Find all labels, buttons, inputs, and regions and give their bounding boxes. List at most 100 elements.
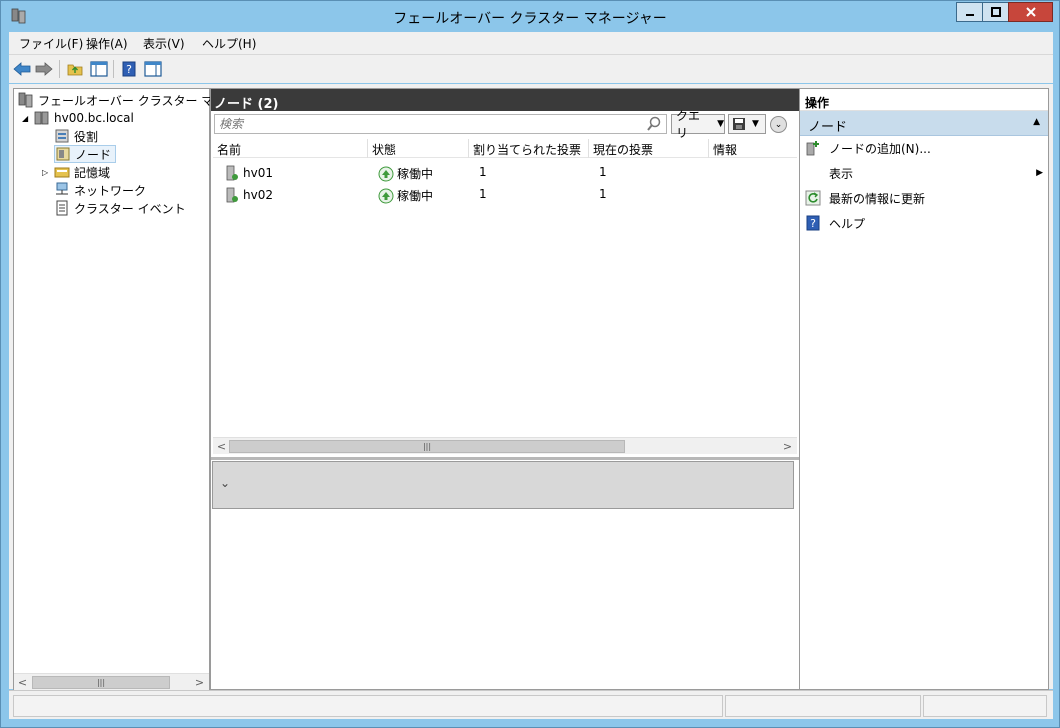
- show-hide-console-tree-button[interactable]: [89, 59, 109, 79]
- status-cell-3: [923, 695, 1047, 717]
- expand-icon[interactable]: ▷: [42, 168, 54, 177]
- client-area: フェールオーバー クラスター マネージャ ◢ hv00.bc.local 役割 …: [9, 84, 1053, 690]
- minimize-button[interactable]: [956, 2, 983, 22]
- table-row[interactable]: hv02 稼働中 1 1: [213, 185, 797, 205]
- scroll-left-arrow-icon[interactable]: <: [213, 438, 230, 454]
- menu-file[interactable]: ファイル(F): [19, 35, 83, 52]
- add-node-icon: [806, 141, 819, 156]
- close-button[interactable]: [1008, 2, 1053, 22]
- tree-item-nodes[interactable]: ノード: [54, 145, 117, 163]
- column-header-current-votes[interactable]: 現在の投票: [589, 139, 709, 158]
- tree-item-roles[interactable]: 役割: [54, 127, 98, 145]
- console-tree: フェールオーバー クラスター マネージャ ◢ hv00.bc.local 役割 …: [13, 88, 260, 690]
- help-button[interactable]: ?: [119, 59, 139, 79]
- cluster-icon: [34, 111, 49, 125]
- save-query-dropdown[interactable]: ▼: [728, 114, 766, 134]
- window-title: フェールオーバー クラスター マネージャー: [393, 11, 667, 27]
- minimize-icon: [965, 14, 974, 16]
- menu-action[interactable]: 操作(A): [86, 35, 128, 52]
- column-header-info[interactable]: 情報: [709, 139, 797, 158]
- toolbar-separator: [59, 60, 60, 78]
- submenu-arrow-icon: ▶: [1036, 168, 1043, 178]
- status-cell-main: [13, 695, 723, 717]
- action-spacer: [805, 165, 821, 181]
- app-window: フェールオーバー クラスター マネージャー ファイル(F) 操作(A) 表示(V…: [0, 0, 1060, 728]
- toolbar: ?: [9, 54, 1053, 83]
- scroll-thumb[interactable]: |||: [229, 440, 625, 453]
- status-bar: [9, 690, 1053, 719]
- tree-item-label: 記憶域: [74, 165, 111, 180]
- action-group-nodes[interactable]: ノード ▲: [800, 111, 1048, 136]
- tree-item-storage[interactable]: ▷ 記憶域: [42, 163, 110, 181]
- search-input[interactable]: [214, 114, 667, 134]
- assigned-votes: 1: [479, 187, 487, 201]
- column-headers: 名前 状態 割り当てられた投票 現在の投票 情報: [213, 139, 797, 158]
- console-tree-icon: [90, 61, 108, 77]
- menu-view[interactable]: 表示(V): [143, 35, 185, 52]
- query-label: クエリ: [676, 109, 701, 140]
- pane-splitter[interactable]: [211, 457, 799, 460]
- show-hide-action-pane-button[interactable]: [143, 59, 163, 79]
- chevron-down-icon[interactable]: ⌄: [220, 476, 230, 490]
- table-row[interactable]: hv01 稼働中 1 1: [213, 163, 797, 183]
- menu-help[interactable]: ヘルプ(H): [202, 35, 256, 52]
- nodes-icon: [56, 147, 70, 161]
- results-pane: ノード (2) クエリ ▼ ▼ ⌄ 名前 状態 割り当てられた投: [210, 88, 800, 690]
- status-up-icon: [378, 188, 394, 203]
- svg-text:?: ?: [126, 63, 132, 76]
- tree-horizontal-scrollbar[interactable]: < ||| >: [14, 673, 209, 690]
- status-up-icon: [378, 166, 394, 181]
- back-button[interactable]: [12, 59, 32, 79]
- expand-search-button[interactable]: ⌄: [770, 116, 787, 133]
- action-view[interactable]: 表示 ▶: [805, 162, 1045, 184]
- chevron-down-circle-icon: ⌄: [774, 119, 783, 130]
- column-header-status[interactable]: 状態: [368, 139, 469, 158]
- cluster-manager-icon: [18, 92, 33, 108]
- search-bar: クエリ ▼ ▼ ⌄: [214, 109, 794, 140]
- action-pane-icon: [144, 61, 162, 77]
- refresh-icon: [805, 190, 821, 206]
- tree-item-label: ノード: [75, 147, 112, 162]
- save-icon: [733, 118, 745, 130]
- collapse-up-icon[interactable]: ▲: [1033, 117, 1040, 127]
- scroll-left-arrow-icon[interactable]: <: [14, 674, 31, 690]
- back-arrow-icon: [13, 62, 31, 76]
- toolbar-separator: [113, 60, 114, 78]
- action-pane: 操作 ノード ▲ ノードの追加(N)... 表示 ▶ 最新の情報に更新 ? ヘル…: [799, 88, 1049, 690]
- title-bar[interactable]: フェールオーバー クラスター マネージャー: [1, 1, 1059, 32]
- chevron-down-icon: ▼: [717, 119, 724, 129]
- maximize-icon: [990, 7, 1001, 17]
- status-cell-2: [725, 695, 921, 717]
- action-pane-title: 操作: [800, 89, 1048, 111]
- column-header-name[interactable]: 名前: [213, 139, 368, 158]
- scroll-thumb[interactable]: |||: [32, 676, 170, 689]
- node-server-icon: [226, 187, 238, 203]
- column-header-assigned-votes[interactable]: 割り当てられた投票: [469, 139, 589, 158]
- scroll-right-arrow-icon[interactable]: >: [779, 438, 796, 454]
- tree-cluster[interactable]: ◢ hv00.bc.local: [22, 109, 134, 127]
- node-name: hv02: [243, 188, 273, 202]
- collapse-icon[interactable]: ◢: [22, 114, 34, 123]
- action-group-label: ノード: [808, 120, 848, 135]
- search-icon[interactable]: [646, 116, 662, 132]
- action-refresh[interactable]: 最新の情報に更新: [805, 187, 1045, 209]
- events-log-icon: [56, 200, 68, 216]
- forward-button[interactable]: [34, 59, 54, 79]
- storage-icon: [54, 167, 70, 178]
- action-label: 表示: [829, 166, 854, 181]
- up-folder-button[interactable]: [65, 59, 85, 79]
- tree-item-label: 役割: [74, 129, 99, 144]
- tree-item-networks[interactable]: ネットワーク: [54, 181, 146, 199]
- query-dropdown[interactable]: クエリ ▼: [671, 109, 725, 140]
- node-status: 稼働中: [397, 189, 434, 203]
- maximize-button[interactable]: [982, 2, 1009, 22]
- tree-item-cluster-events[interactable]: クラスター イベント: [54, 199, 186, 217]
- action-add-node[interactable]: ノードの追加(N)...: [805, 137, 1045, 159]
- help-icon: ?: [122, 61, 136, 77]
- results-horizontal-scrollbar[interactable]: < ||| >: [213, 437, 797, 454]
- tree-item-label: クラスター イベント: [74, 201, 186, 216]
- action-label: 最新の情報に更新: [829, 191, 926, 206]
- action-help[interactable]: ? ヘルプ: [805, 212, 1045, 234]
- node-status: 稼働中: [397, 167, 434, 181]
- scroll-right-arrow-icon[interactable]: >: [191, 674, 208, 690]
